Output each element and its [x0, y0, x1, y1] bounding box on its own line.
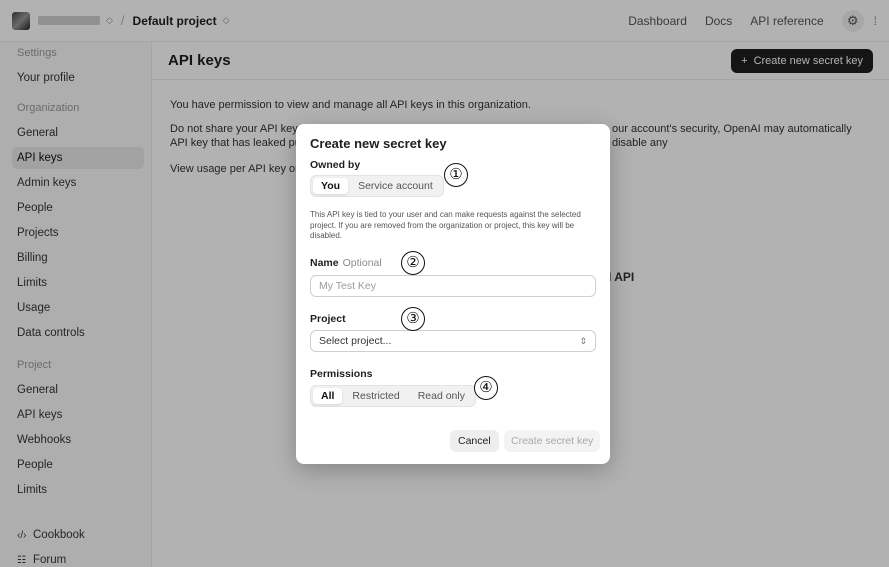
create-secret-key-submit[interactable]: Create secret key	[504, 430, 601, 452]
permission-option-restricted[interactable]: Restricted	[344, 388, 407, 404]
project-select[interactable]: Select project... ⇕	[310, 330, 596, 352]
project-label: Project	[310, 313, 346, 325]
permission-option-all[interactable]: All	[313, 388, 343, 404]
owned-by-toggle: You Service account	[310, 175, 444, 197]
name-optional-hint: Optional	[342, 257, 382, 269]
owned-by-label: Owned by	[310, 159, 361, 171]
permissions-label: Permissions	[310, 368, 373, 380]
cancel-button[interactable]: Cancel	[450, 430, 499, 452]
chevron-updown-icon: ⇕	[579, 336, 587, 346]
name-label: Name Optional	[310, 257, 382, 269]
owned-by-option-you[interactable]: You	[313, 178, 349, 194]
permission-option-read-only[interactable]: Read only	[410, 388, 473, 404]
modal-title: Create new secret key	[310, 136, 447, 151]
project-select-value: Select project...	[319, 335, 392, 347]
callout-2: ②	[401, 251, 425, 275]
owned-by-option-service-account[interactable]: Service account	[350, 178, 441, 194]
permissions-toggle: All Restricted Read only	[310, 385, 476, 407]
callout-3: ③	[401, 307, 425, 331]
name-input[interactable]	[310, 275, 596, 297]
name-label-text: Name	[310, 257, 339, 269]
callout-4: ④	[474, 376, 498, 400]
callout-1: ①	[444, 163, 468, 187]
owner-note: This API key is tied to your user and ca…	[310, 210, 581, 240]
